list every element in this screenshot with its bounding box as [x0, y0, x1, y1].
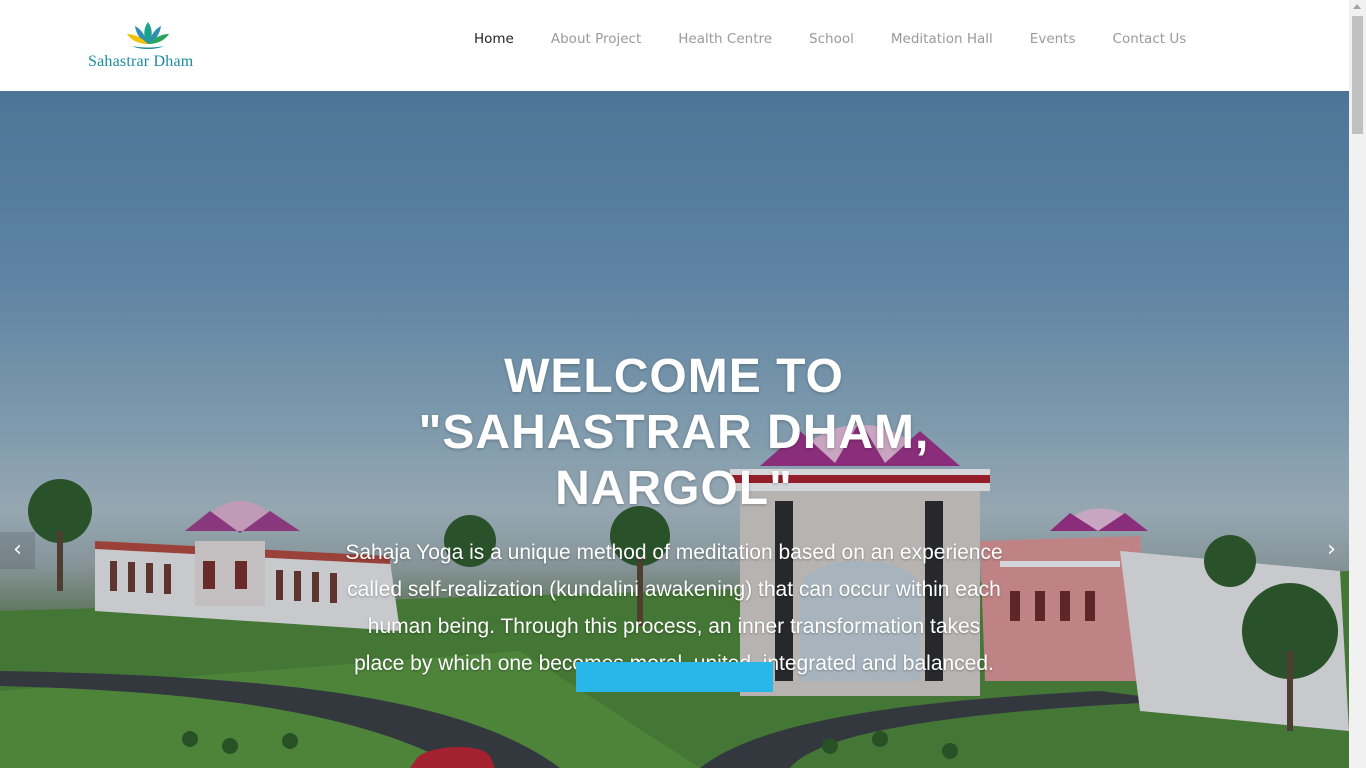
hero-content: WELCOME TO "SAHASTRAR DHAM, NARGOL" Saha… [330, 349, 1018, 682]
hero-description: Sahaja Yoga is a unique method of medita… [345, 541, 1003, 675]
hero-title-line: NARGOL" [555, 462, 793, 515]
hero-title-line: WELCOME TO [504, 350, 844, 403]
scrollbar-thumb[interactable] [1352, 16, 1363, 134]
site-header: Sahastrar Dham Home About Project Health… [0, 0, 1349, 91]
site-logo[interactable]: Sahastrar Dham [88, 20, 212, 74]
carousel-prev-button[interactable]: ‹ [0, 532, 35, 569]
hero-cta-button[interactable] [576, 662, 773, 692]
chevron-right-icon: › [1327, 537, 1336, 562]
nav-events[interactable]: Events [1030, 31, 1076, 47]
carousel-next-button[interactable]: › [1314, 532, 1349, 569]
scroll-up-arrow-icon[interactable] [1353, 4, 1361, 9]
nav-contact-us[interactable]: Contact Us [1113, 31, 1187, 47]
logo-text: Sahastrar Dham [88, 53, 194, 70]
hero-title: WELCOME TO "SAHASTRAR DHAM, NARGOL" [330, 349, 1018, 517]
nav-school[interactable]: School [809, 31, 854, 47]
nav-home[interactable]: Home [474, 31, 514, 47]
lotus-icon [127, 22, 169, 49]
hero-title-line: "SAHASTRAR DHAM, [418, 406, 930, 459]
nav-about-project[interactable]: About Project [551, 31, 641, 47]
page-scrollbar[interactable] [1349, 0, 1366, 768]
main-nav: Home About Project Health Centre School … [474, 31, 1186, 47]
nav-health-centre[interactable]: Health Centre [678, 31, 772, 47]
nav-meditation-hall[interactable]: Meditation Hall [891, 31, 993, 47]
chevron-left-icon: ‹ [13, 537, 22, 562]
